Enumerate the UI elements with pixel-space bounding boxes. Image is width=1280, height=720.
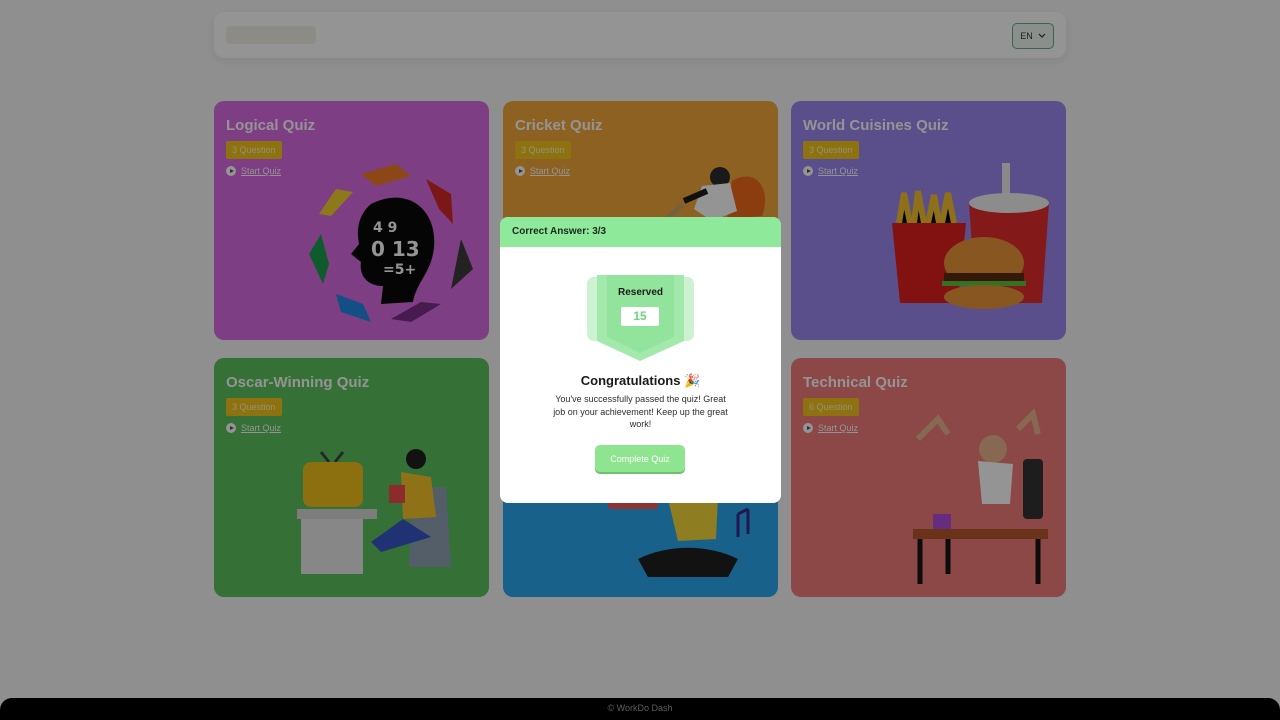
correct-answer-text: Correct Answer: 3/3 (512, 226, 607, 237)
reserved-label: Reserved (617, 287, 664, 298)
success-message: You've successfully passed the quiz! Gre… (553, 394, 728, 429)
quiz-result-modal: Correct Answer: 3/3 Reserved 15 Congratu… (500, 217, 781, 503)
modal-header: Correct Answer: 3/3 (500, 217, 781, 247)
reserved-value: 15 (621, 307, 659, 326)
complete-quiz-button[interactable]: Complete Quiz (595, 445, 685, 472)
congratulations-title: Congratulations 🎉 (580, 373, 701, 388)
